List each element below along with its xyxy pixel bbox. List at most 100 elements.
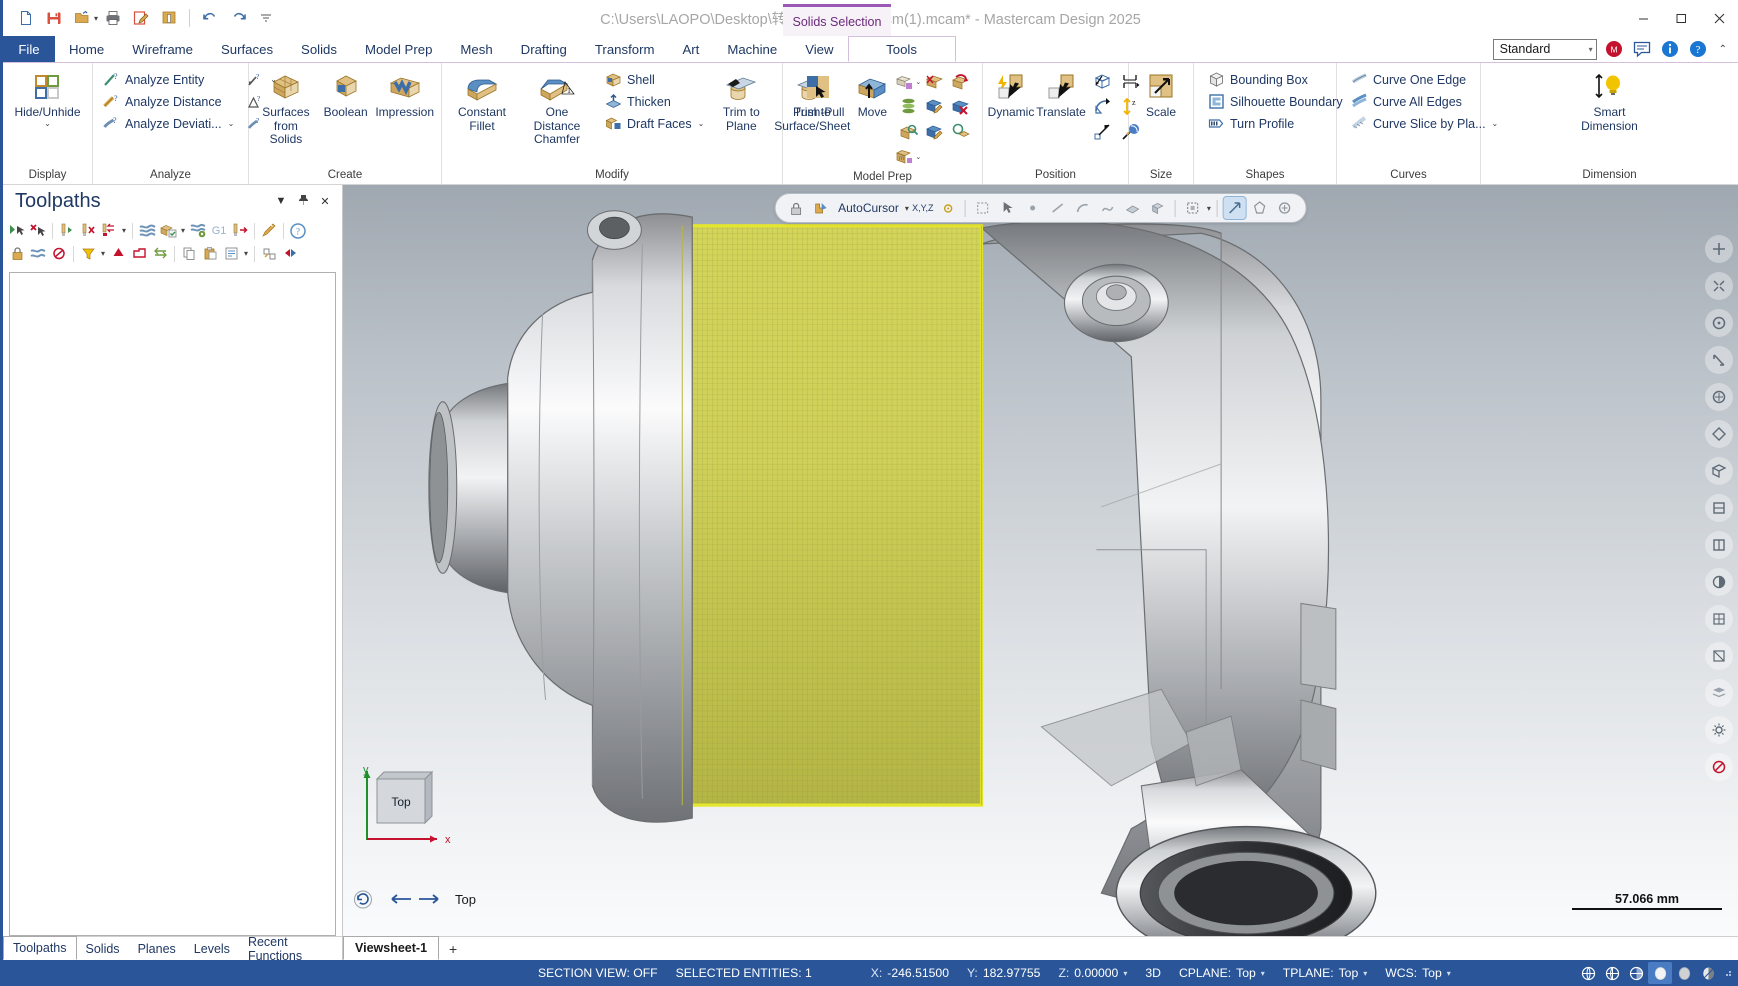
open-file-icon[interactable]: [69, 5, 95, 31]
collapse-ribbon-icon[interactable]: ⌃: [1716, 44, 1730, 55]
chevron-down-icon[interactable]: ⌄: [228, 119, 235, 128]
select-point-icon[interactable]: [1022, 197, 1044, 219]
regenerate-invalid-icon[interactable]: [78, 221, 98, 240]
impression-button[interactable]: Impression: [373, 67, 436, 120]
status-tplane[interactable]: TPLANE: Top ▾: [1274, 962, 1376, 984]
edit-solid-icon[interactable]: [924, 121, 945, 142]
select-surface-icon[interactable]: [1122, 197, 1144, 219]
draft-faces-button[interactable]: Draft Faces ⌄: [600, 113, 708, 134]
fit-screen-icon[interactable]: [1705, 235, 1733, 263]
machine-group-icon[interactable]: [150, 244, 170, 263]
chevron-down-icon[interactable]: ⌄: [915, 153, 921, 161]
dynamic-rotate-icon[interactable]: [1705, 346, 1733, 374]
minimize-button[interactable]: [1624, 0, 1662, 36]
chevron-down-icon[interactable]: ▾: [1123, 969, 1127, 978]
add-feature-icon[interactable]: ⌄: [894, 71, 922, 92]
status-cplane[interactable]: CPLANE: Top ▾: [1170, 962, 1274, 984]
isometric-view-icon[interactable]: [1705, 420, 1733, 448]
select-all-toolpaths-icon[interactable]: [7, 221, 27, 240]
view-settings-icon[interactable]: [1705, 716, 1733, 744]
chevron-down-icon[interactable]: ▾: [905, 204, 909, 213]
toolpath-options-icon[interactable]: [221, 244, 241, 263]
move-button[interactable]: Move: [850, 67, 894, 120]
toolpaths-tree-list[interactable]: [9, 272, 336, 936]
select-window-icon[interactable]: [1182, 197, 1204, 219]
analyze-entity-button[interactable]: ? Analyze Entity: [98, 69, 238, 90]
select-all-icon[interactable]: [972, 197, 994, 219]
chevron-down-icon[interactable]: ⌄: [44, 119, 51, 128]
panel-tab-toolpaths[interactable]: Toolpaths: [3, 936, 77, 960]
tab-solids[interactable]: Solids: [287, 36, 351, 62]
restore-face-icon[interactable]: [950, 71, 971, 92]
autocursor-axis-icon[interactable]: X,Y,Z: [912, 197, 934, 219]
simulate-toolpath-icon[interactable]: [137, 221, 157, 240]
copy-toolpath-icon[interactable]: [179, 244, 199, 263]
chevron-down-icon[interactable]: ⌄: [915, 78, 921, 86]
panel-tab-levels[interactable]: Levels: [185, 937, 239, 960]
panel-menu-icon[interactable]: ▼: [274, 195, 288, 207]
deselect-all-toolpaths-icon[interactable]: [28, 221, 48, 240]
tab-model-prep[interactable]: Model Prep: [351, 36, 446, 62]
inspect-feature-icon[interactable]: [950, 121, 971, 142]
g1-post-icon[interactable]: G1: [209, 221, 229, 240]
panel-tab-recent-functions[interactable]: Recent Functions: [239, 935, 342, 961]
redo-icon[interactable]: [225, 5, 251, 31]
chevron-down-icon[interactable]: ⌄: [698, 119, 705, 128]
zoom-window-icon[interactable]: [1705, 272, 1733, 300]
tab-view[interactable]: View: [791, 36, 847, 62]
tab-home[interactable]: Home: [55, 36, 118, 62]
wireframe-shade-icon[interactable]: [1576, 962, 1600, 984]
verify-toolpath-icon[interactable]: [158, 221, 178, 240]
print-icon[interactable]: [100, 5, 126, 31]
chevron-down-icon[interactable]: ▾: [1363, 969, 1367, 978]
silhouette-boundary-button[interactable]: Silhouette Boundary: [1203, 91, 1347, 112]
scale-button[interactable]: Scale: [1138, 67, 1184, 120]
previous-view-icon[interactable]: [389, 888, 413, 910]
blank-entities-icon[interactable]: [1705, 753, 1733, 781]
configuration-select[interactable]: Standard ▾: [1492, 38, 1597, 60]
chevron-down-icon[interactable]: ▾: [179, 226, 187, 235]
tab-drafting[interactable]: Drafting: [507, 36, 581, 62]
regenerate-selected-icon[interactable]: [57, 221, 77, 240]
select-spline-icon[interactable]: [1097, 197, 1119, 219]
tab-mesh[interactable]: Mesh: [446, 36, 506, 62]
tab-wireframe[interactable]: Wireframe: [118, 36, 207, 62]
rotate-icon[interactable]: [1093, 97, 1112, 116]
autocursor-lock-icon[interactable]: [785, 197, 807, 219]
lock-toolpath-icon[interactable]: [7, 244, 27, 263]
select-vector-icon[interactable]: [1222, 196, 1247, 220]
bounding-box-button[interactable]: Bounding Box: [1203, 69, 1347, 90]
turn-profile-button[interactable]: Turn Profile: [1203, 113, 1347, 134]
help-icon[interactable]: ?: [1688, 39, 1709, 60]
status-coord-z[interactable]: Z: 0.00000 ▾: [1049, 962, 1136, 984]
modify-feature-icon[interactable]: [924, 96, 945, 117]
chevron-down-icon[interactable]: ▾: [242, 249, 250, 258]
analyze-distance-button[interactable]: ? Analyze Distance: [98, 91, 238, 112]
one-distance-chamfer-button[interactable]: 1 One Distance Chamfer: [518, 67, 596, 147]
top-view-icon[interactable]: [1705, 457, 1733, 485]
boolean-button[interactable]: Boolean: [321, 67, 371, 120]
maximize-button[interactable]: [1662, 0, 1700, 36]
trim-to-plane-button[interactable]: Trim to Plane: [713, 67, 769, 133]
hide-unhide-button[interactable]: Hide/Unhide ⌄: [9, 67, 85, 128]
collapse-tree-icon[interactable]: [280, 244, 300, 263]
smart-dimension-button[interactable]: Smart Dimension: [1576, 67, 1643, 133]
chat-feedback-icon[interactable]: [1632, 39, 1653, 60]
tab-machine[interactable]: Machine: [713, 36, 791, 62]
section-view-icon[interactable]: [1705, 642, 1733, 670]
orient-icon[interactable]: [1093, 72, 1112, 91]
chevron-down-icon[interactable]: ▾: [1447, 969, 1451, 978]
wireframe-view-icon[interactable]: [1705, 605, 1733, 633]
front-view-icon[interactable]: [1705, 494, 1733, 522]
autocursor-origin-icon[interactable]: [937, 197, 959, 219]
constant-fillet-button[interactable]: Constant Fillet: [447, 67, 517, 133]
undo-icon[interactable]: [197, 5, 223, 31]
zoom-target-icon[interactable]: [1705, 309, 1733, 337]
save-icon[interactable]: [41, 5, 67, 31]
move-up-icon[interactable]: [108, 244, 128, 263]
viewsheet-tab-1[interactable]: Viewsheet-1: [343, 936, 440, 960]
panel-close-icon[interactable]: ✕: [318, 195, 332, 208]
status-wcs[interactable]: WCS: Top ▾: [1376, 962, 1460, 984]
mymastercam-icon[interactable]: M: [1604, 39, 1625, 60]
chevron-down-icon[interactable]: ▾: [1261, 969, 1265, 978]
